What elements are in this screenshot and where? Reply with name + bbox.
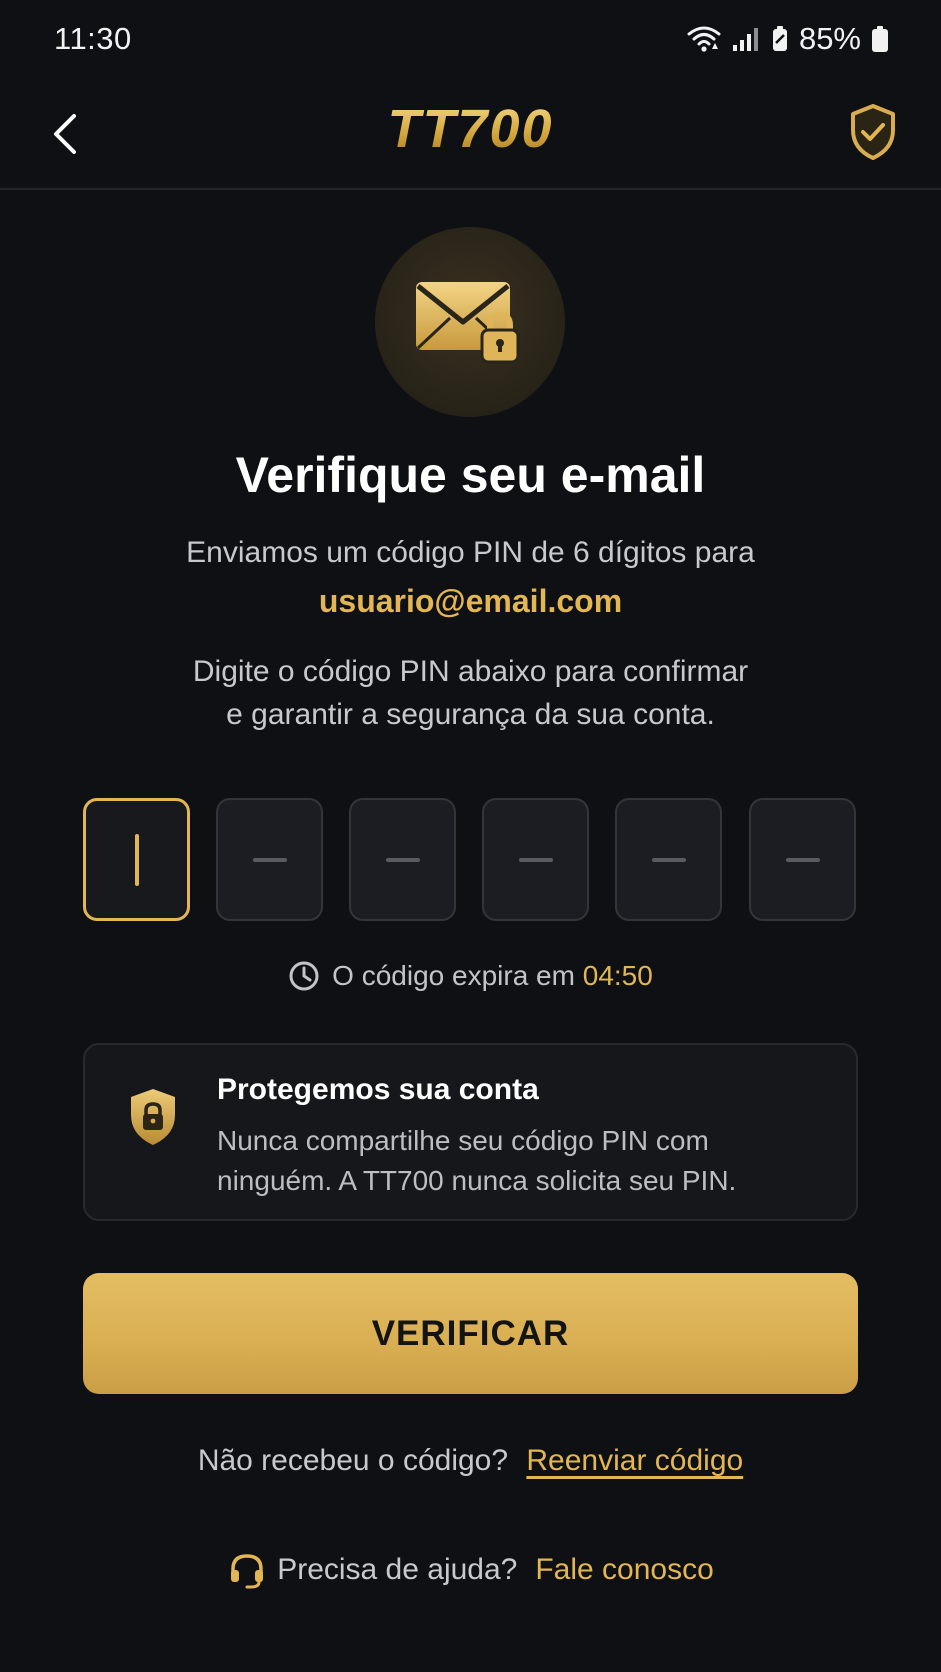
info-icon-wrap xyxy=(125,1085,181,1154)
status-icons: 85% xyxy=(687,21,889,57)
page-title: Verifique seu e-mail xyxy=(235,447,706,503)
mail-lock-icon xyxy=(416,282,520,364)
help-question: Precisa de ajuda? xyxy=(277,1553,518,1586)
info-title: Protegemos sua conta xyxy=(217,1073,539,1106)
help-row: Precisa de ajuda? Fale conosco xyxy=(0,1550,941,1590)
battery-icon xyxy=(872,26,888,52)
security-button[interactable] xyxy=(845,100,901,164)
headset-icon xyxy=(231,1554,264,1589)
email-address: usuario@email.com xyxy=(318,583,623,619)
clock-icon xyxy=(289,961,319,991)
verify-button[interactable]: VERIFICAR xyxy=(83,1273,858,1394)
pin-digit-5[interactable] xyxy=(615,798,722,921)
security-info-card: Protegemos sua conta Nunca compartilhe s… xyxy=(83,1043,858,1221)
subtitle: Enviamos um código PIN de 6 dígitos para xyxy=(186,536,755,569)
pin-digit-1[interactable] xyxy=(83,798,190,921)
shield-check-icon xyxy=(851,104,895,160)
pin-placeholder-dash xyxy=(252,857,287,862)
pin-input-group xyxy=(83,798,858,921)
resend-row: Não recebeu o código? Reenviar código xyxy=(0,1444,941,1478)
resend-code-link[interactable]: Reenviar código xyxy=(526,1444,743,1477)
battery-percent: 85% xyxy=(798,21,861,56)
pin-digit-3[interactable] xyxy=(349,798,456,921)
pin-digit-2[interactable] xyxy=(216,798,323,921)
contact-us-link[interactable]: Fale conosco xyxy=(535,1553,713,1587)
instruction-line-2: e garantir a segurança da sua conta. xyxy=(226,698,715,731)
pin-placeholder-dash xyxy=(385,857,420,862)
pin-digit-6[interactable] xyxy=(749,798,856,921)
info-line-2: ninguém. A TT700 nunca solicita seu PIN. xyxy=(217,1165,737,1196)
text-cursor xyxy=(134,833,139,886)
pin-placeholder-dash xyxy=(651,857,686,862)
signal-icon xyxy=(732,28,758,51)
status-time: 11:30 xyxy=(54,21,132,56)
instruction-text: Digite o código PIN abaixo para confirma… xyxy=(0,650,941,736)
battery-saver-icon xyxy=(772,26,787,51)
pin-digit-4[interactable] xyxy=(482,798,589,921)
pin-placeholder-dash xyxy=(785,857,820,862)
resend-question: Não recebeu o código? xyxy=(197,1444,509,1477)
info-line-1: Nunca compartilhe seu código PIN com xyxy=(217,1125,709,1156)
brand-logo: TT700 xyxy=(0,98,941,160)
info-text: Nunca compartilhe seu código PIN com nin… xyxy=(217,1121,837,1201)
instruction-line-1: Digite o código PIN abaixo para confirma… xyxy=(192,655,749,688)
expiry-label: O código expira em 04:50 xyxy=(332,960,653,991)
shield-lock-icon xyxy=(131,1089,175,1145)
pin-placeholder-dash xyxy=(518,857,553,862)
wifi-icon xyxy=(687,26,721,52)
app-header: TT700 xyxy=(0,78,941,190)
status-bar: 11:30 85% xyxy=(0,0,941,78)
expiry-time: 04:50 xyxy=(582,960,653,991)
expiry-timer: O código expira em 04:50 xyxy=(0,960,941,992)
mail-lock-badge xyxy=(375,227,565,417)
